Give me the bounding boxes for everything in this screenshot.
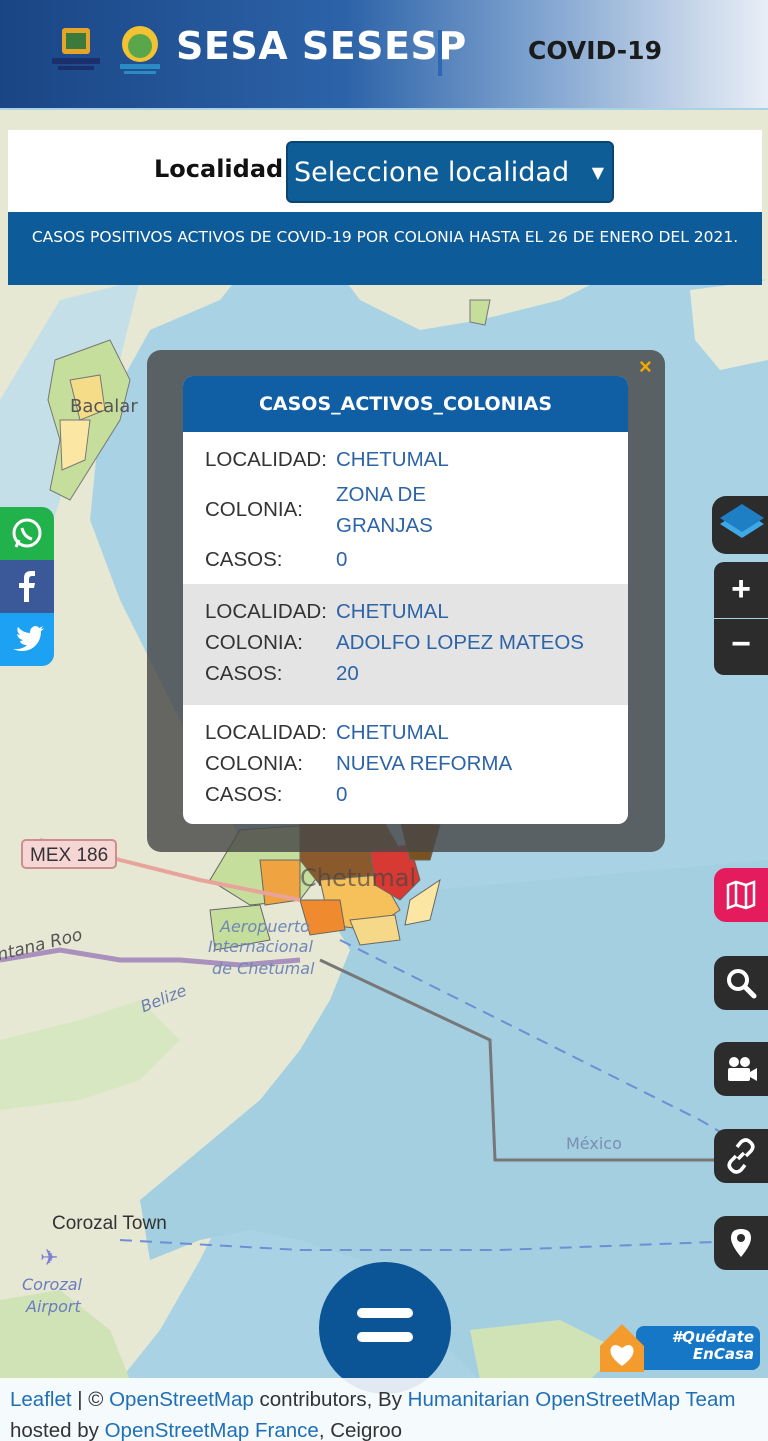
locate-button[interactable] <box>714 1216 768 1270</box>
search-icon <box>727 969 757 999</box>
label-airport-3: de Chetumal <box>212 959 315 978</box>
quedate-en-casa-badge: #Quédate EnCasa <box>598 1322 762 1374</box>
whatsapp-icon <box>12 518 42 548</box>
badge-text: #Quédate EnCasa <box>671 1328 754 1363</box>
header-divider <box>438 30 442 76</box>
locality-select-value: Seleccione localidad <box>294 157 570 188</box>
quintana-roo-logo <box>52 28 100 70</box>
localidad-key: LOCALIDAD: <box>205 600 327 623</box>
section-title: COVID-19 <box>528 36 662 65</box>
label-corozal-town: Corozal Town <box>52 1213 167 1234</box>
label-corozal-airport-1: Corozal <box>22 1275 83 1294</box>
popup-content: CASOS_ACTIVOS_COLONIAS LOCALIDAD: CHETUM… <box>183 376 628 824</box>
main-menu-button[interactable] <box>319 1262 451 1394</box>
label-corozal-airport-2: Airport <box>25 1297 81 1316</box>
record-row: CASOS: 0 <box>205 548 628 572</box>
attribution-contrib: contributors, By <box>253 1388 408 1411</box>
locality-label: Localidad <box>154 155 284 183</box>
cases-notice-banner: CASOS POSITIVOS ACTIVOS DE COVID-19 POR … <box>8 212 762 285</box>
menu-icon-line <box>357 1332 413 1342</box>
colonia-value: ADOLFO LOPEZ MATEOS <box>336 631 584 654</box>
casos-key: CASOS: <box>205 783 283 806</box>
label-bacalar: Bacalar <box>70 396 138 417</box>
link-icon <box>727 1138 755 1174</box>
locality-filter-bar: Localidad Seleccione localidad ▼ <box>8 130 762 212</box>
twitter-share-button[interactable] <box>0 613 54 666</box>
colonia-value: NUEVA REFORMA <box>336 752 513 775</box>
facebook-icon <box>19 571 35 602</box>
location-pin-icon <box>731 1229 751 1257</box>
feature-popup: × CASOS_ACTIVOS_COLONIAS LOCALIDAD: CHET… <box>147 350 665 852</box>
popup-record: LOCALIDAD: CHETUMAL COLONIA: NUEVA REFOR… <box>183 705 628 824</box>
colonia-key: COLONIA: <box>205 752 303 775</box>
mas-acciones-logo <box>120 26 160 74</box>
record-row: LOCALIDAD: CHETUMAL <box>205 600 628 624</box>
colonia-key: COLONIA: <box>205 498 303 521</box>
app-header: SESA SESESP COVID-19 <box>0 0 768 108</box>
attribution-sep: | © <box>71 1388 110 1411</box>
localidad-value: CHETUMAL <box>336 721 449 744</box>
leaflet-link[interactable]: Leaflet <box>10 1388 72 1411</box>
record-row: COLONIA: ZONA DE GRANJAS <box>205 479 628 541</box>
menu-icon <box>357 1308 413 1318</box>
casos-key: CASOS: <box>205 548 283 571</box>
colonia-key: COLONIA: <box>205 631 303 654</box>
whatsapp-share-button[interactable] <box>0 507 54 560</box>
attribution-tail: , Ceigroo <box>318 1419 403 1441</box>
label-airport: Aeropuerto Internacional de Chetumal <box>208 917 318 978</box>
casos-value: 0 <box>336 783 348 806</box>
localidad-key: LOCALIDAD: <box>205 721 327 744</box>
casos-value: 20 <box>336 662 359 685</box>
map-attribution: Leaflet | © OpenStreetMap contributors, … <box>0 1378 768 1441</box>
label-mexico: México <box>566 1134 622 1153</box>
hot-link[interactable]: Humanitarian OpenStreetMap Team <box>408 1388 736 1411</box>
osm-link[interactable]: OpenStreetMap <box>109 1388 254 1411</box>
share-link-button[interactable] <box>714 1129 768 1183</box>
osm-france-link[interactable]: OpenStreetMap France <box>105 1419 319 1441</box>
record-row: LOCALIDAD: CHETUMAL <box>205 721 628 745</box>
video-button[interactable] <box>714 1042 768 1096</box>
record-row: COLONIA: NUEVA REFORMA <box>205 752 628 776</box>
attribution-hosted: hosted by <box>10 1419 105 1441</box>
zoom-in-button[interactable]: + <box>714 562 768 618</box>
road-shield-mex186: MEX 186 <box>21 839 117 869</box>
casos-key: CASOS: <box>205 662 283 685</box>
casos-value: 0 <box>336 548 348 571</box>
close-icon[interactable]: × <box>639 354 652 380</box>
colonia-value: ZONA DE GRANJAS <box>336 483 433 537</box>
video-icon <box>728 1057 757 1081</box>
basemap-button[interactable] <box>714 868 768 922</box>
brand-title: SESA SESESP <box>176 24 467 68</box>
label-airport-2: Internacional <box>208 937 313 956</box>
svg-text:MEX 186: MEX 186 <box>30 845 108 866</box>
zoom-out-button[interactable]: − <box>714 619 768 675</box>
search-button[interactable] <box>714 956 768 1010</box>
popup-record: LOCALIDAD: CHETUMAL COLONIA: ZONA DE GRA… <box>183 432 628 584</box>
plus-icon: + <box>731 570 751 608</box>
minus-icon: − <box>731 625 751 663</box>
locality-select[interactable]: Seleccione localidad ▼ <box>286 141 614 203</box>
localidad-value: CHETUMAL <box>336 600 449 623</box>
twitter-icon <box>13 626 44 651</box>
layers-button[interactable] <box>712 496 768 554</box>
layers-icon <box>720 504 764 538</box>
map-icon <box>726 880 756 910</box>
localidad-value: CHETUMAL <box>336 448 449 471</box>
record-row: LOCALIDAD: CHETUMAL <box>205 448 628 472</box>
label-airport-1: Aeropuerto <box>219 917 310 936</box>
popup-record: LOCALIDAD: CHETUMAL COLONIA: ADOLFO LOPE… <box>183 584 628 705</box>
record-row: CASOS: 0 <box>205 783 628 807</box>
chevron-down-icon: ▼ <box>591 163 604 182</box>
facebook-share-button[interactable] <box>0 560 54 613</box>
localidad-key: LOCALIDAD: <box>205 448 327 471</box>
record-row: COLONIA: ADOLFO LOPEZ MATEOS <box>205 631 628 655</box>
label-chetumal: Chetumal <box>300 864 416 892</box>
record-row: CASOS: 20 <box>205 662 628 686</box>
popup-title: CASOS_ACTIVOS_COLONIAS <box>183 376 628 432</box>
airport-plane-icon: ✈ <box>40 1245 58 1270</box>
